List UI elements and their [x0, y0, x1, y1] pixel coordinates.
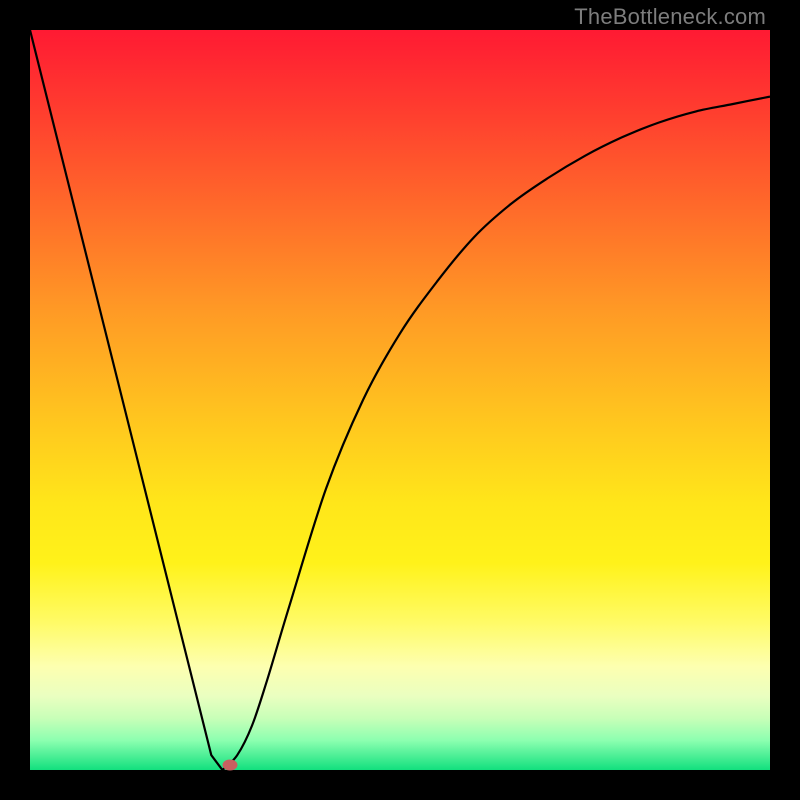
plot-area: [30, 30, 770, 770]
minimum-marker: [222, 760, 237, 771]
watermark-text: TheBottleneck.com: [574, 4, 766, 30]
chart-frame: TheBottleneck.com: [0, 0, 800, 800]
curve-path: [30, 30, 770, 770]
bottleneck-curve: [30, 30, 770, 770]
